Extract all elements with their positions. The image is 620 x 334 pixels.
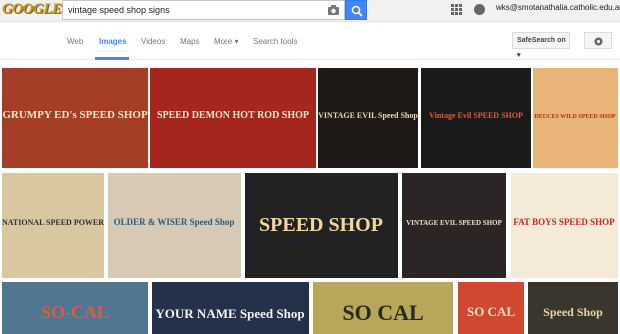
image-result-text: VINTAGE EVIL SPEED SHOP (406, 219, 502, 227)
image-result[interactable]: DEUCES WILD SPEED SHOP (533, 68, 618, 168)
gear-icon (594, 37, 603, 46)
image-result-text: SO-CAL (41, 302, 109, 322)
image-result-text: YOUR NAME Speed Shop (155, 306, 304, 321)
image-result[interactable]: YOUR NAME Speed Shop (152, 282, 309, 334)
image-result[interactable]: SO CAL (458, 282, 524, 334)
image-result-text: SPEED DEMON HOT ROD SHOP (157, 110, 309, 121)
image-result-text: DEUCES WILD SPEED SHOP (534, 114, 615, 120)
image-result[interactable]: SPEED SHOP (245, 173, 398, 278)
account-email[interactable]: wks@smotanathalia.catholic.edu.au (496, 3, 620, 12)
image-result-text: OLDER & WISER Speed Shop (114, 217, 235, 227)
settings-button[interactable] (584, 32, 612, 49)
tab-videos[interactable]: Videos (141, 37, 165, 46)
image-result-text: NATIONAL SPEED POWER (2, 218, 104, 227)
image-result[interactable]: NATIONAL SPEED POWER (2, 173, 104, 278)
image-result-text: FAT BOYS SPEED SHOP (513, 217, 615, 227)
image-result[interactable]: SO-CAL (2, 282, 148, 334)
top-bar: GOOGLE vintage speed shop signs wks@smot… (0, 0, 620, 22)
image-result-text: VINTAGE EVIL Speed Shop (318, 111, 418, 120)
apps-grid-icon[interactable] (451, 4, 462, 15)
image-result-text: SPEED SHOP (259, 214, 383, 236)
image-result[interactable]: VINTAGE EVIL SPEED SHOP (402, 173, 506, 278)
image-result[interactable]: OLDER & WISER Speed Shop (108, 173, 241, 278)
tab-web[interactable]: Web (67, 37, 83, 46)
tab-maps[interactable]: Maps (180, 37, 200, 46)
safesearch-button[interactable]: SafeSearch on ▾ (512, 32, 570, 59)
active-tab-indicator (95, 57, 129, 60)
tab-more[interactable]: More ▾ (214, 37, 238, 46)
image-result-text: Speed Shop (543, 305, 603, 319)
image-result[interactable]: SPEED DEMON HOT ROD SHOP (150, 68, 316, 168)
tab-search-tools[interactable]: Search tools (253, 37, 297, 46)
search-button[interactable] (345, 0, 367, 20)
tab-images[interactable]: Images (99, 37, 127, 46)
image-result[interactable]: Speed Shop (528, 282, 618, 334)
image-result[interactable]: VINTAGE EVIL Speed Shop (318, 68, 418, 168)
image-result[interactable]: Vintage Evil SPEED SHOP (421, 68, 531, 168)
search-query: vintage speed shop signs (68, 5, 170, 15)
google-logo[interactable]: GOOGLE (2, 1, 62, 21)
camera-icon[interactable] (328, 5, 339, 15)
image-result[interactable]: GRUMPY ED's SPEED SHOP (2, 68, 148, 168)
search-input[interactable]: vintage speed shop signs (62, 0, 345, 20)
image-result-text: SO CAL (342, 300, 423, 325)
image-result-text: SO CAL (467, 304, 515, 319)
image-result[interactable]: SO CAL (313, 282, 453, 334)
notifications-icon[interactable] (474, 4, 485, 15)
image-result-text: GRUMPY ED's SPEED SHOP (2, 109, 148, 121)
image-result-text: Vintage Evil SPEED SHOP (429, 111, 523, 120)
search-icon (351, 5, 363, 17)
image-result[interactable]: FAT BOYS SPEED SHOP (511, 173, 618, 278)
